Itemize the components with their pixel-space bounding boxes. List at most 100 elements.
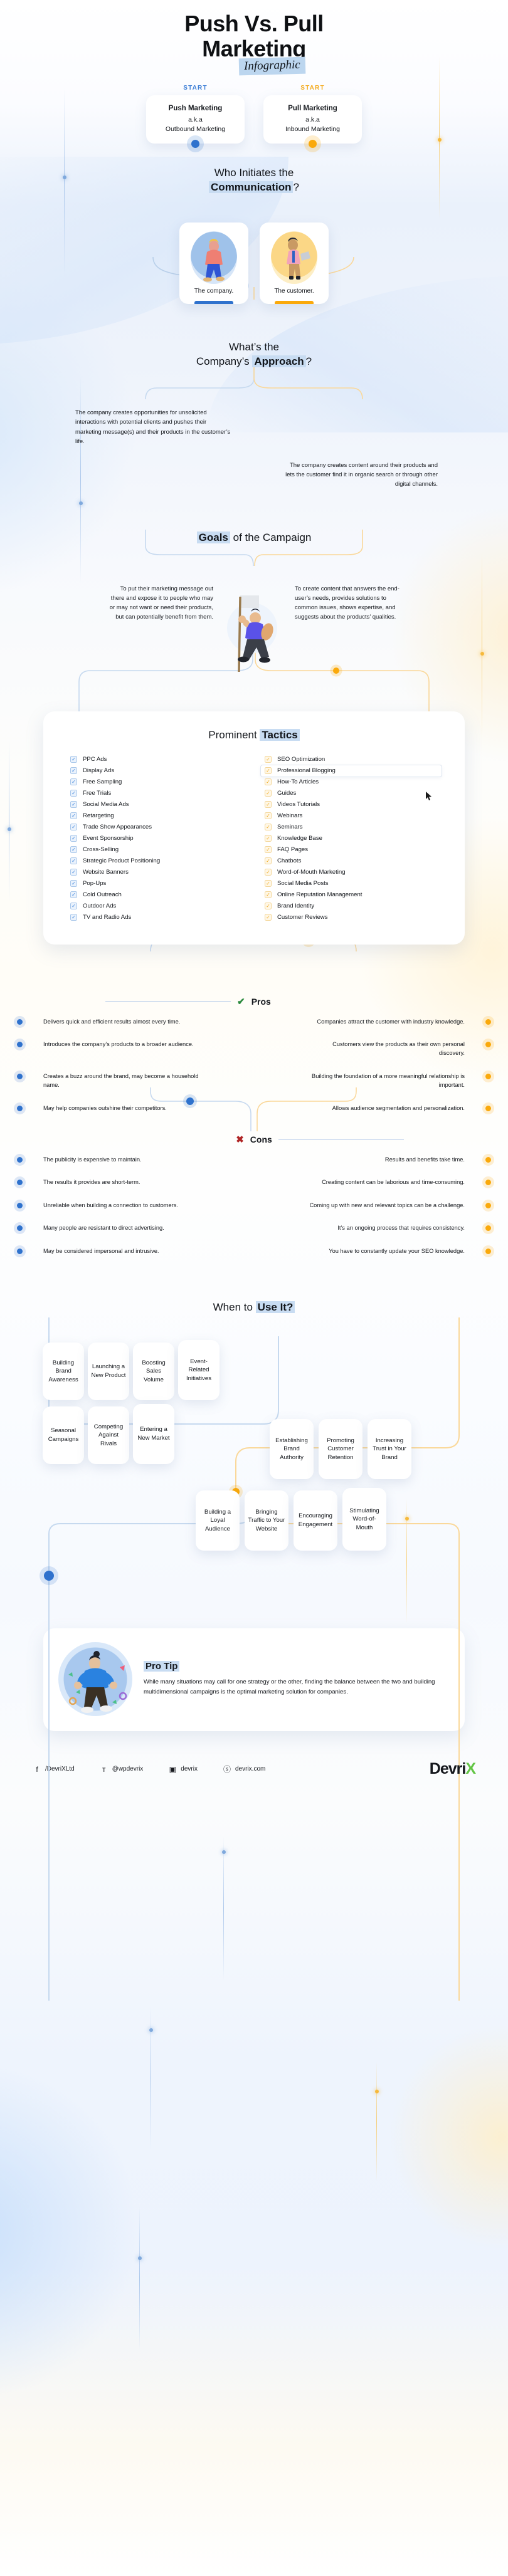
use-case-chip[interactable]: Increasing Trust in Your Brand (368, 1419, 411, 1480)
checkbox-checked-icon[interactable]: ✓ (70, 790, 77, 797)
pull-marketing-card[interactable]: Pull Marketing a.k.a Inbound Marketing (263, 95, 362, 149)
checkbox-checked-icon[interactable]: ✓ (265, 835, 272, 842)
checkbox-checked-icon[interactable]: ✓ (265, 824, 272, 831)
instagram-icon[interactable]: ▣ (168, 1765, 177, 1774)
guide-line-7 (221, 1836, 226, 1981)
checkbox-checked-icon[interactable]: ✓ (70, 891, 77, 899)
tactic-item[interactable]: ✓ Social Media Posts (261, 878, 442, 889)
tactic-item[interactable]: ✓ Strategic Product Positioning (66, 856, 247, 867)
tactic-item[interactable]: ✓ Word-of-Mouth Marketing (261, 867, 442, 878)
checkbox-checked-icon[interactable]: ✓ (70, 903, 77, 910)
tactic-label: Social Media Ads (83, 801, 129, 809)
tactic-item[interactable]: ✓ Social Media Ads (66, 799, 247, 810)
checkbox-checked-icon[interactable]: ✓ (70, 812, 77, 820)
checkbox-checked-icon[interactable]: ✓ (70, 835, 77, 842)
tactic-item[interactable]: ✓ Customer Reviews (261, 912, 442, 923)
tactic-item[interactable]: ✓ TV and Radio Ads (66, 912, 247, 923)
tactic-item[interactable]: ✓ Webinars (261, 810, 442, 822)
use-case-chip[interactable]: Bringing Traffic to Your Website (245, 1490, 288, 1551)
tactic-item[interactable]: ✓ Guides (261, 788, 442, 799)
tactic-item[interactable]: ✓ Free Sampling (66, 777, 247, 788)
tactic-item[interactable]: ✓ How-To Articles (261, 777, 442, 788)
use-case-chip[interactable]: Stimulating Word-of-Mouth (342, 1488, 386, 1551)
tactic-item[interactable]: ✓ Display Ads (66, 765, 247, 777)
tactic-item[interactable]: ✓ Chatbots (261, 856, 442, 867)
tactic-item[interactable]: ✓ Videos Tutorials (261, 799, 442, 810)
flag-bearer-icon (227, 595, 277, 672)
tactic-item[interactable]: ✓ Website Banners (66, 867, 247, 878)
social-link[interactable]: ▣ devrix (168, 1765, 198, 1774)
push-rail-dot (17, 1073, 23, 1079)
use-case-chip[interactable]: Event-Related Initiatives (178, 1340, 220, 1401)
checkbox-checked-icon[interactable]: ✓ (70, 880, 77, 887)
tactic-item[interactable]: ✓ Brand Identity (261, 901, 442, 912)
checkbox-checked-icon[interactable]: ✓ (265, 812, 272, 820)
tactic-item[interactable]: ✓ Cross-Selling (66, 844, 247, 856)
persona-card-company[interactable]: The company. (179, 223, 248, 305)
company-avatar-illustration (191, 231, 237, 285)
tactic-item[interactable]: ✓ Event Sponsorship (66, 833, 247, 844)
use-case-chip[interactable]: Promoting Customer Retention (319, 1419, 362, 1480)
use-case-chip[interactable]: Entering a New Market (133, 1404, 174, 1465)
checkbox-checked-icon[interactable]: ✓ (70, 756, 77, 763)
checkbox-checked-icon[interactable]: ✓ (265, 880, 272, 887)
tactic-item[interactable]: ✓ Outdoor Ads (66, 901, 247, 912)
tactic-item[interactable]: ✓ Cold Outreach (66, 889, 247, 901)
tactic-item[interactable]: ✓ Seminars (261, 822, 442, 833)
brand-name: Devri (429, 1760, 467, 1778)
checkbox-checked-icon[interactable]: ✓ (265, 756, 272, 763)
checkbox-checked-icon[interactable]: ✓ (265, 778, 272, 786)
tactic-item[interactable]: ✓ Online Reputation Management (261, 889, 442, 901)
checkbox-checked-icon[interactable]: ✓ (70, 846, 77, 854)
person-with-laptop-icon (287, 238, 310, 280)
tactic-item[interactable]: ✓ Professional Blogging (261, 765, 442, 777)
checkbox-checked-icon[interactable]: ✓ (265, 801, 272, 809)
tactic-item[interactable]: ✓ Free Trials (66, 788, 247, 799)
checkbox-checked-icon[interactable]: ✓ (70, 824, 77, 831)
checkbox-checked-icon[interactable]: ✓ (70, 857, 77, 865)
checkbox-checked-icon[interactable]: ✓ (265, 869, 272, 876)
use-case-chip[interactable]: Building Brand Awareness (43, 1343, 84, 1401)
use-case-chip[interactable]: Building a Loyal Audience (196, 1490, 240, 1551)
social-link[interactable]: ⓢ devrix.com (223, 1765, 265, 1774)
pull-rail-dot (485, 1180, 491, 1186)
checkbox-checked-icon[interactable]: ✓ (265, 903, 272, 910)
tactic-item[interactable]: ✓ Trade Show Appearances (66, 822, 247, 833)
tactic-item[interactable]: ✓ FAQ Pages (261, 844, 442, 856)
checkbox-checked-icon[interactable]: ✓ (265, 914, 272, 921)
checkbox-checked-icon[interactable]: ✓ (70, 914, 77, 921)
use-case-chip[interactable]: Establishing Brand Authority (270, 1419, 314, 1480)
checkbox-checked-icon[interactable]: ✓ (70, 869, 77, 876)
push-rail-dot (17, 1042, 23, 1048)
tactics-heading-highlight: Tactics (260, 728, 300, 741)
use-case-chip[interactable]: Seasonal Campaigns (43, 1406, 84, 1465)
social-link[interactable]: ᴛ @wpdevrix (100, 1765, 143, 1774)
tactic-item[interactable]: ✓ Knowledge Base (261, 833, 442, 844)
use-case-chip[interactable]: Competing Against Rivals (88, 1406, 129, 1465)
checkbox-checked-icon[interactable]: ✓ (265, 857, 272, 865)
tactic-item[interactable]: ✓ PPC Ads (66, 754, 247, 765)
use-case-chip[interactable]: Boosting Sales Volume (133, 1343, 174, 1401)
social-link[interactable]: f/DevriXLtd (33, 1765, 74, 1774)
checkbox-checked-icon[interactable]: ✓ (265, 891, 272, 899)
pull-rail-dot (485, 1042, 491, 1048)
checkbox-checked-icon[interactable]: ✓ (70, 801, 77, 809)
tactic-item[interactable]: ✓ Pop-Ups (66, 878, 247, 889)
checkbox-checked-icon[interactable]: ✓ (265, 846, 272, 854)
checkbox-checked-icon[interactable]: ✓ (70, 767, 77, 775)
twitter-icon[interactable]: ᴛ (100, 1765, 108, 1774)
checkbox-checked-icon[interactable]: ✓ (265, 790, 272, 797)
facebook-icon[interactable]: f (33, 1765, 41, 1774)
tactic-item[interactable]: ✓ SEO Optimization (261, 754, 442, 765)
tactic-item[interactable]: ✓ Retargeting (66, 810, 247, 822)
globe-icon[interactable]: ⓢ (223, 1765, 231, 1774)
checkbox-checked-icon[interactable]: ✓ (70, 778, 77, 786)
use-case-chip[interactable]: Encouraging Engagement (294, 1490, 337, 1551)
use-case-chip-label: Entering a New Market (137, 1426, 170, 1442)
push-point: The results it provides are short-term. (43, 1179, 140, 1186)
persona-card-customer[interactable]: The customer. (260, 223, 329, 305)
checkbox-checked-icon[interactable]: ✓ (265, 767, 272, 775)
push-marketing-card[interactable]: Push Marketing a.k.a Outbound Marketing (146, 95, 245, 149)
use-case-chip[interactable]: Launching a New Product (88, 1343, 129, 1401)
when-heading-highlight: Use It? (255, 1301, 295, 1314)
